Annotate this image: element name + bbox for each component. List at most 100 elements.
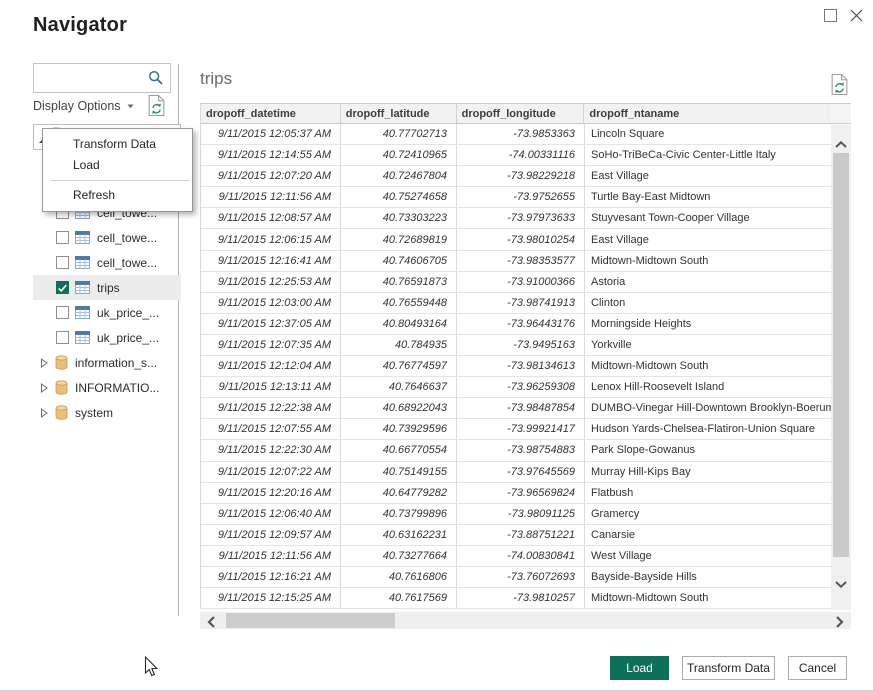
search-input[interactable]: [39, 67, 148, 89]
preview-table: dropoff_datetimedropoff_latitudedropoff_…: [200, 103, 851, 609]
sidebar-item-uk-price-[interactable]: uk_price_...: [33, 325, 181, 350]
table-row: 9/11/2015 12:16:41 AM40.74606705-73.9835…: [201, 251, 851, 272]
cancel-button[interactable]: Cancel: [788, 656, 847, 680]
chevron-right-icon[interactable]: [40, 408, 49, 418]
table-cell: 40.7616806: [341, 567, 457, 587]
table-cell: -73.98010254: [457, 229, 585, 249]
display-options-dropdown[interactable]: Display Options: [33, 99, 134, 113]
table-icon: [75, 306, 90, 319]
table-cell: 9/11/2015 12:16:41 AM: [201, 251, 341, 271]
table-cell: -73.98353577: [457, 251, 585, 271]
table-cell: 9/11/2015 12:25:53 AM: [201, 272, 341, 292]
table-cell: Hudson Yards-Chelsea-Flatiron-Union Squa…: [585, 419, 832, 439]
table-cell: 40.76774597: [341, 356, 457, 376]
horizontal-scroll-thumb[interactable]: [226, 613, 395, 628]
vertical-scroll-thumb[interactable]: [833, 153, 849, 557]
table-cell: 40.80493164: [341, 314, 457, 334]
scroll-right-icon[interactable]: [836, 615, 844, 633]
table-cell: 40.72689819: [341, 229, 457, 249]
table-cell: 9/11/2015 12:07:55 AM: [201, 419, 341, 439]
maximize-button[interactable]: [821, 6, 839, 24]
menu-item-transform-data[interactable]: Transform Data: [43, 134, 192, 155]
table-cell: -73.96443176: [457, 314, 585, 334]
menu-item-refresh[interactable]: Refresh: [43, 185, 192, 206]
table-cell: 9/11/2015 12:05:37 AM: [201, 124, 341, 144]
table-cell: -74.00830841: [457, 546, 585, 566]
table-cell: -73.91000366: [457, 272, 585, 292]
refresh-source-icon[interactable]: [148, 95, 165, 121]
table-cell: Lenox Hill-Roosevelt Island: [585, 377, 832, 397]
table-cell: 9/11/2015 12:22:38 AM: [201, 398, 341, 418]
chevron-down-icon: [127, 104, 134, 109]
table-cell: 40.72410965: [341, 145, 457, 165]
table-cell: -73.9810257: [457, 588, 585, 608]
table-cell: 40.7646637: [341, 377, 457, 397]
menu-separator: [51, 180, 190, 181]
search-box[interactable]: [33, 63, 171, 93]
header-corner: [831, 104, 851, 123]
table-cell: East Village: [585, 229, 832, 249]
table-row: 9/11/2015 12:09:57 AM40.63162231-73.8875…: [201, 525, 851, 546]
vertical-scrollbar[interactable]: [831, 125, 851, 610]
table-cell: 40.74606705: [341, 251, 457, 271]
table-cell: -73.98487854: [457, 398, 585, 418]
table-cell: 40.63162231: [341, 525, 457, 545]
table-cell: Yorkville: [585, 335, 832, 355]
table-cell: East Village: [585, 166, 832, 186]
preview-refresh-icon[interactable]: [831, 74, 848, 100]
load-button[interactable]: Load: [610, 656, 669, 680]
sidebar-item-cell-towe-[interactable]: cell_towe...: [33, 225, 181, 250]
table-cell: 40.77702713: [341, 124, 457, 144]
table-row: 9/11/2015 12:07:20 AM40.72467804-73.9822…: [201, 166, 851, 187]
table-cell: Morningside Heights: [585, 314, 832, 334]
table-cell: -73.96569824: [457, 483, 585, 503]
table-cell: Bayside-Bayside Hills: [585, 567, 832, 587]
sidebar-item-label: cell_towe...: [97, 256, 157, 270]
table-cell: 40.73277664: [341, 546, 457, 566]
sidebar-item-trips[interactable]: trips: [33, 275, 181, 300]
sidebar-item-label: uk_price_...: [97, 306, 159, 320]
scroll-left-icon[interactable]: [207, 615, 215, 633]
menu-item-load[interactable]: Load: [43, 155, 192, 176]
preview-title: trips: [200, 69, 232, 89]
table-cell: 9/11/2015 12:07:20 AM: [201, 166, 341, 186]
table-cell: 40.73799896: [341, 504, 457, 524]
database-icon: [55, 380, 68, 395]
transform-data-button[interactable]: Transform Data: [682, 656, 775, 680]
column-header-dropoff_longitude: dropoff_longitude: [457, 104, 585, 123]
sidebar-item-label: trips: [97, 281, 120, 295]
sidebar-item-information-s-[interactable]: information_s...: [33, 350, 181, 375]
table-cell: 9/11/2015 12:16:21 AM: [201, 567, 341, 587]
table-row: 9/11/2015 12:07:55 AM40.73929596-73.9992…: [201, 419, 851, 440]
table-cell: -73.98754883: [457, 440, 585, 460]
database-icon: [55, 405, 68, 420]
checkbox[interactable]: [56, 306, 69, 319]
sidebar-item-label: system: [75, 406, 113, 420]
table-cell: Astoria: [585, 272, 832, 292]
sidebar-item-uk-price-[interactable]: uk_price_...: [33, 300, 181, 325]
sidebar-item-system[interactable]: system: [33, 400, 181, 425]
chevron-right-icon[interactable]: [40, 383, 49, 393]
table-cell: 9/11/2015 12:20:16 AM: [201, 483, 341, 503]
checkbox[interactable]: [56, 281, 69, 294]
scroll-up-icon[interactable]: [835, 135, 847, 153]
table-row: 9/11/2015 12:20:16 AM40.64779282-73.9656…: [201, 483, 851, 504]
table-cell: 40.72467804: [341, 166, 457, 186]
table-cell: Lincoln Square: [585, 124, 832, 144]
checkbox[interactable]: [56, 231, 69, 244]
checkbox[interactable]: [56, 331, 69, 344]
checkbox[interactable]: [56, 256, 69, 269]
chevron-right-icon[interactable]: [40, 358, 49, 368]
context-menu: Transform DataLoad Refresh: [42, 128, 193, 212]
close-button[interactable]: [847, 6, 865, 24]
sidebar-item-label: information_s...: [75, 356, 157, 370]
table-cell: 9/11/2015 12:03:00 AM: [201, 293, 341, 313]
sidebar-item-cell-towe-[interactable]: cell_towe...: [33, 250, 181, 275]
scroll-down-icon[interactable]: [835, 575, 847, 593]
horizontal-scrollbar[interactable]: [200, 612, 851, 629]
table-cell: 9/11/2015 12:11:56 AM: [201, 546, 341, 566]
sidebar-item-informatio-[interactable]: INFORMATIO...: [33, 375, 181, 400]
table-row: 9/11/2015 12:16:21 AM40.7616806-73.76072…: [201, 567, 851, 588]
table-cell: -73.97973633: [457, 208, 585, 228]
table-row: 9/11/2015 12:25:53 AM40.76591873-73.9100…: [201, 272, 851, 293]
